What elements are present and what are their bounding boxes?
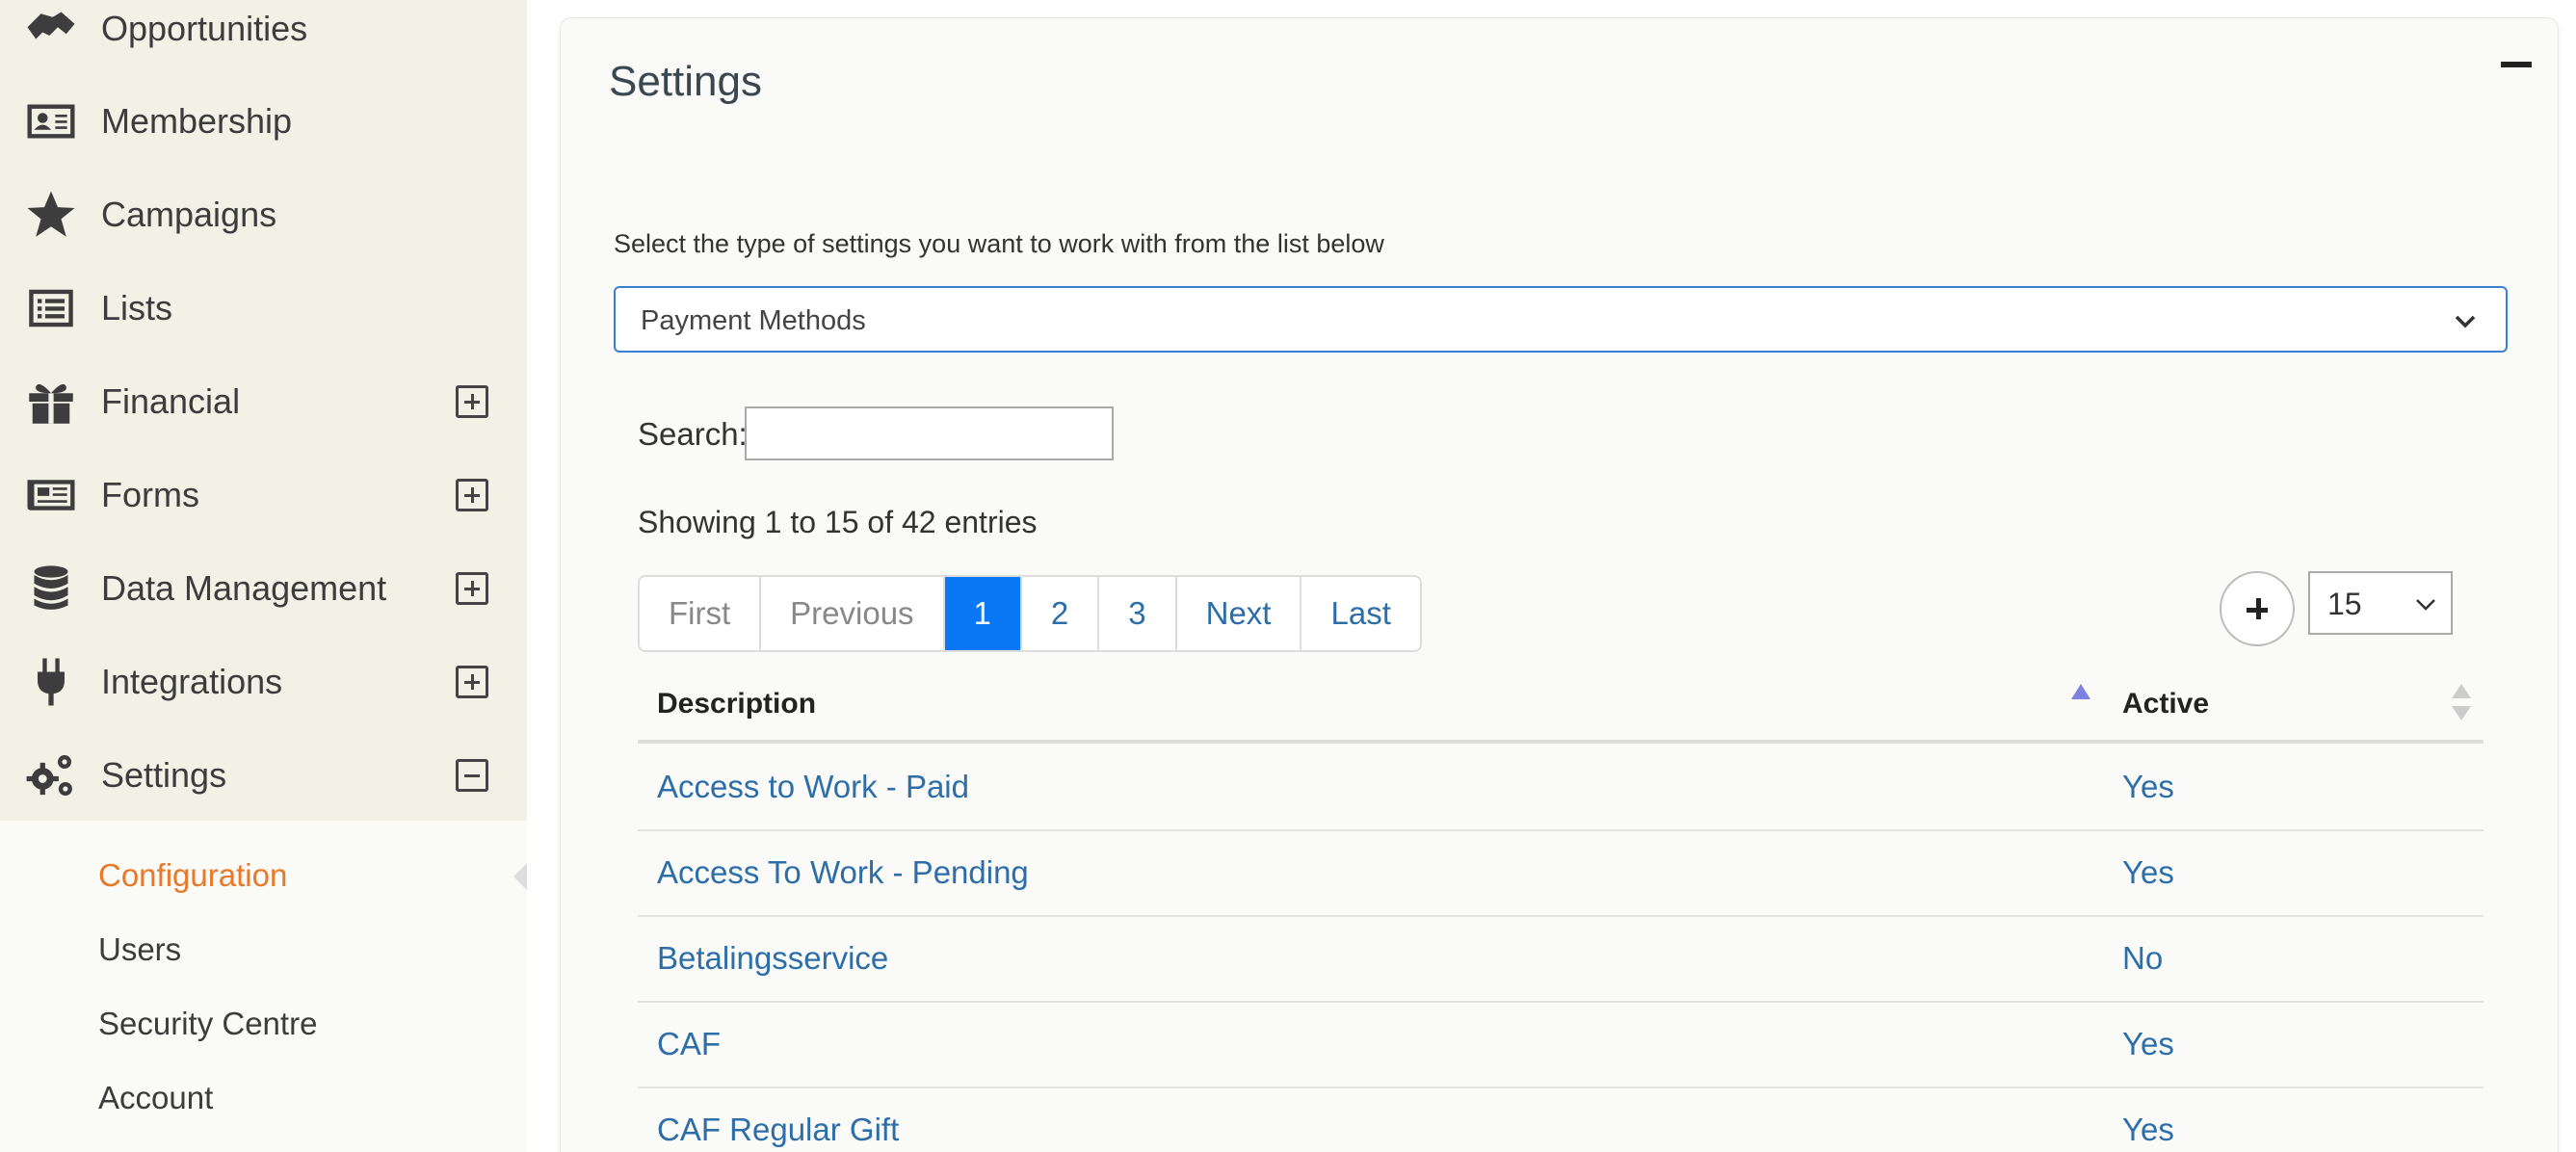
page-title: Settings: [609, 58, 762, 105]
table-row[interactable]: Access To Work - Pending Yes: [638, 831, 2484, 917]
sidebar-item-campaigns[interactable]: Campaigns: [0, 169, 527, 261]
pager-page-1[interactable]: 1: [944, 577, 1022, 650]
row-active[interactable]: Yes: [2122, 854, 2174, 891]
row-description[interactable]: CAF: [657, 1026, 721, 1062]
table-header: Description Active: [638, 674, 2484, 744]
pager-first[interactable]: First: [640, 577, 762, 650]
settings-type-select[interactable]: Payment Methods: [614, 286, 2508, 353]
gift-icon: [23, 374, 79, 430]
pager-next[interactable]: Next: [1177, 577, 1302, 650]
row-description[interactable]: CAF Regular Gift: [657, 1112, 899, 1148]
minimize-icon[interactable]: [2501, 62, 2532, 67]
star-icon: [23, 187, 79, 243]
sidebar-item-label: Financial: [101, 381, 241, 421]
sidebar-main-nav: Opportunities Membership Campaigns Lists: [0, 0, 527, 821]
sidebar-item-opportunities[interactable]: Opportunities: [0, 0, 527, 75]
collapse-icon[interactable]: [456, 759, 488, 792]
add-button[interactable]: [2220, 571, 2295, 646]
row-active[interactable]: No: [2122, 940, 2163, 977]
expand-icon[interactable]: [456, 385, 488, 418]
sidebar-subitem-security-centre[interactable]: Security Centre: [98, 1006, 317, 1042]
sidebar-item-label: Settings: [101, 755, 227, 795]
expand-icon[interactable]: [456, 666, 488, 698]
sidebar-item-label: Campaigns: [101, 195, 277, 234]
pager-last[interactable]: Last: [1301, 577, 1419, 650]
row-description[interactable]: Betalingsservice: [657, 940, 888, 977]
search-label: Search:: [638, 416, 748, 452]
sidebar-item-label: Opportunities: [101, 9, 308, 48]
table-row[interactable]: Access to Work - Paid Yes: [638, 746, 2484, 831]
id-card-icon: [23, 93, 79, 149]
sidebar-item-data-management[interactable]: Data Management: [0, 542, 527, 635]
row-active[interactable]: Yes: [2122, 769, 2174, 805]
table-row[interactable]: CAF Yes: [638, 1003, 2484, 1088]
search-input[interactable]: [745, 406, 1114, 460]
sidebar-item-label: Lists: [101, 288, 173, 327]
database-icon: [23, 561, 79, 616]
expand-icon[interactable]: [456, 572, 488, 605]
pager-previous[interactable]: Previous: [761, 577, 945, 650]
sort-ascending-icon[interactable]: [2071, 684, 2090, 699]
page-size-value: 15: [2327, 587, 2362, 621]
handshake-icon: [23, 1, 79, 57]
entries-info: Showing 1 to 15 of 42 entries: [638, 505, 1038, 539]
expand-icon[interactable]: [456, 479, 488, 511]
sidebar-subitem-configuration[interactable]: Configuration: [98, 857, 287, 894]
row-active[interactable]: Yes: [2122, 1026, 2174, 1062]
sidebar: Opportunities Membership Campaigns Lists: [0, 0, 527, 1152]
sidebar-item-lists[interactable]: Lists: [0, 262, 527, 354]
sidebar-item-membership[interactable]: Membership: [0, 75, 527, 168]
page-size-select[interactable]: 15: [2308, 571, 2453, 635]
table-row[interactable]: CAF Regular Gift Yes: [638, 1088, 2484, 1152]
sidebar-item-financial[interactable]: Financial: [0, 355, 527, 448]
sidebar-item-label: Data Management: [101, 568, 387, 608]
row-active[interactable]: Yes: [2122, 1112, 2174, 1148]
sort-icon[interactable]: [2452, 684, 2471, 720]
pagination: First Previous 1 2 3 Next Last: [638, 575, 1422, 652]
gears-icon: [23, 747, 79, 803]
sidebar-item-label: Integrations: [101, 662, 283, 701]
table-row[interactable]: Betalingsservice No: [638, 917, 2484, 1003]
column-header-description[interactable]: Description: [657, 688, 816, 720]
newspaper-icon: [23, 467, 79, 523]
sidebar-subitem-account[interactable]: Account: [98, 1080, 213, 1116]
list-icon: [23, 280, 79, 336]
sidebar-item-label: Membership: [101, 101, 293, 141]
row-description[interactable]: Access to Work - Paid: [657, 769, 969, 805]
column-header-active[interactable]: Active: [2122, 688, 2209, 720]
pager-page-2[interactable]: 2: [1022, 577, 1100, 650]
sidebar-item-label: Forms: [101, 475, 199, 514]
pager-page-3[interactable]: 3: [1099, 577, 1177, 650]
sidebar-item-integrations[interactable]: Integrations: [0, 636, 527, 728]
row-description[interactable]: Access To Work - Pending: [657, 854, 1029, 891]
plug-icon: [23, 654, 79, 710]
chevron-down-icon: [2416, 599, 2435, 611]
settings-type-label: Select the type of settings you want to …: [614, 229, 1384, 258]
settings-type-value: Payment Methods: [641, 305, 866, 336]
sidebar-subitem-users[interactable]: Users: [98, 931, 181, 968]
sidebar-item-settings[interactable]: Settings: [0, 729, 527, 822]
sidebar-item-forms[interactable]: Forms: [0, 449, 527, 541]
chevron-down-icon: [2455, 315, 2476, 328]
caret-left-icon: [513, 863, 527, 890]
